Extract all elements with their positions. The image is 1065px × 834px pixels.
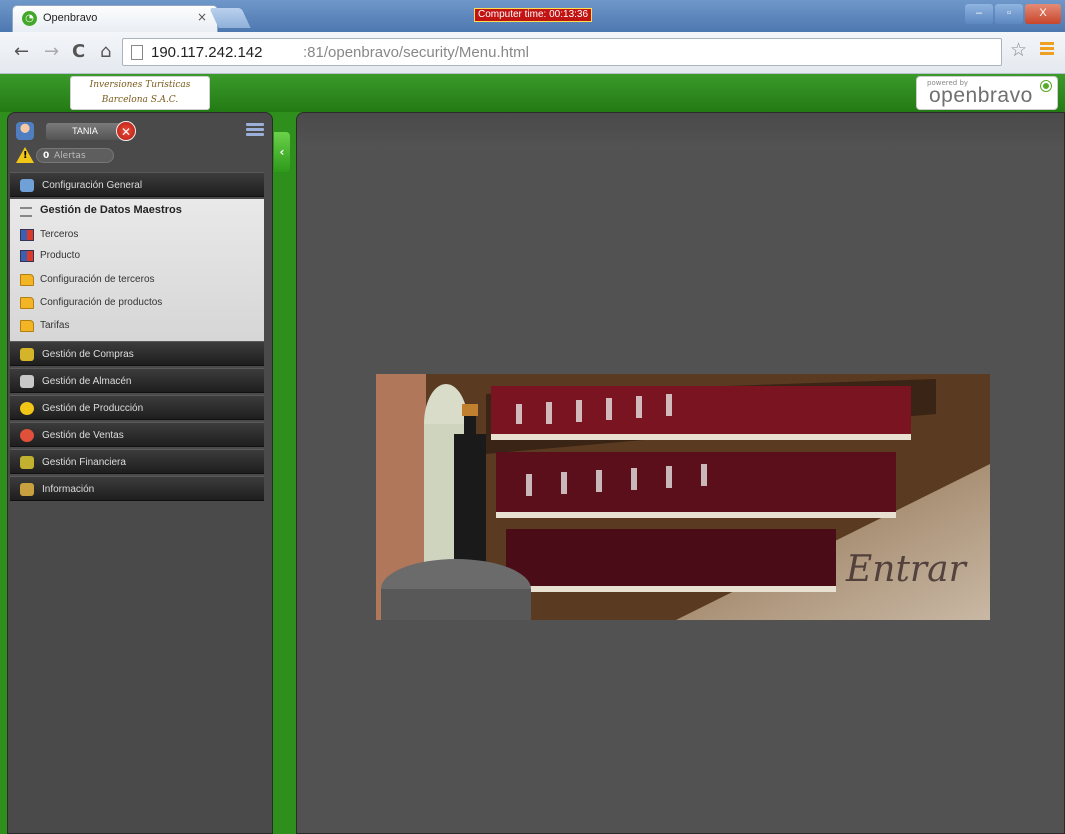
info-icon <box>20 483 34 496</box>
browser-toolbar: ← → C ⌂ 190.117.242.142 :81/openbravo/se… <box>0 32 1065 74</box>
menu-section-label: Información <box>42 484 95 495</box>
welcome-wine-shop-image: Entrar <box>376 374 990 620</box>
left-nav-panel: TANIA ✕ ! 0 Alertas Configuración Genera… <box>7 112 273 834</box>
alerts-label: Alertas <box>54 151 86 161</box>
page-icon <box>131 45 143 60</box>
menu-item-label: Producto <box>40 250 81 261</box>
alerts-count: 0 <box>43 151 50 161</box>
menu-section-configuracion-general[interactable]: Configuración General <box>10 172 264 197</box>
client-logo-line1: Inversiones Turisticas <box>89 80 191 90</box>
submenu-datos-maestros: Gestión de Datos Maestros Terceros Produ… <box>10 199 264 341</box>
warning-icon: ! <box>16 147 34 163</box>
menu-item-label: Configuración de productos <box>40 297 163 308</box>
menu-section-label: Gestión de Almacén <box>42 376 132 387</box>
alerts-pill[interactable]: 0 Alertas <box>36 148 114 163</box>
tab-close-icon[interactable]: × <box>197 10 207 24</box>
url-path: :81/openbravo/security/Menu.html <box>303 44 529 61</box>
user-name[interactable]: TANIA <box>46 123 124 140</box>
browser-menu-icon[interactable] <box>1040 42 1054 56</box>
menu-item-label: Tarifas <box>40 320 70 331</box>
client-logo-line2: Barcelona S.A.C. <box>101 95 179 105</box>
menu-item-label: Configuración de terceros <box>40 274 155 285</box>
menu-section-gestion-ventas[interactable]: Gestión de Ventas <box>10 422 264 447</box>
computer-time-badge: Computer time: 00:13:36 <box>474 8 592 22</box>
welcome-word: Entrar <box>846 549 966 590</box>
tab-title: Openbravo <box>43 12 98 24</box>
user-bar: TANIA ✕ <box>12 119 270 145</box>
warehouse-icon <box>20 375 34 388</box>
menu-section-label: Gestión Financiera <box>42 457 126 468</box>
menu-section-gestion-almacen[interactable]: Gestión de Almacén <box>10 368 264 393</box>
menu-section-label: Gestión de Producción <box>42 403 144 414</box>
menu-section-label: Gestión de Ventas <box>42 430 124 441</box>
menu-section-gestion-produccion[interactable]: Gestión de Producción <box>10 395 264 420</box>
window-icon <box>20 229 34 241</box>
close-window-button[interactable]: X <box>1025 4 1061 24</box>
openbravo-logo[interactable]: powered by openbravo <box>916 76 1058 110</box>
brand-name: openbravo <box>929 84 1033 107</box>
folder-icon <box>20 274 34 286</box>
home-icon[interactable]: ⌂ <box>100 41 111 62</box>
menu-item-label: Terceros <box>40 229 79 240</box>
finance-icon <box>20 456 34 469</box>
menu-section-gestion-financiera[interactable]: Gestión Financiera <box>10 449 264 474</box>
sales-icon <box>20 429 34 442</box>
main-content: Entrar <box>296 112 1065 834</box>
reload-icon[interactable]: C <box>72 41 85 62</box>
user-avatar-icon[interactable] <box>16 122 34 140</box>
openbravo-favicon-icon: ◔ <box>22 11 37 26</box>
client-logo: Inversiones Turisticas Barcelona S.A.C. <box>70 76 210 110</box>
url-host: 190.117.242.142 <box>151 44 263 61</box>
bookmark-star-icon[interactable]: ☆ <box>1010 39 1027 61</box>
browser-titlebar: ◔ Openbravo × Computer time: 00:13:36 – … <box>0 0 1065 32</box>
address-bar[interactable]: 190.117.242.142 :81/openbravo/security/M… <box>122 38 1002 66</box>
collapse-panel-button[interactable]: ‹ <box>274 132 290 172</box>
settings-icon <box>20 179 34 192</box>
logout-icon[interactable]: ✕ <box>116 121 136 141</box>
main-top-bar <box>297 113 1064 149</box>
menu-section-informacion[interactable]: Información <box>10 476 264 501</box>
window-icon <box>20 250 34 262</box>
submenu-title: Gestión de Datos Maestros <box>40 204 182 216</box>
back-arrow-icon[interactable]: ← <box>14 41 29 62</box>
production-icon <box>20 402 34 415</box>
maximize-button[interactable]: ▫ <box>995 4 1023 24</box>
browser-tab[interactable]: ◔ Openbravo × <box>12 5 218 32</box>
forward-arrow-icon[interactable]: → <box>44 41 59 62</box>
list-icon <box>20 207 32 217</box>
menu-section-label: Gestión de Compras <box>42 349 134 360</box>
folder-icon <box>20 320 34 332</box>
brand-dot-icon <box>1041 81 1051 91</box>
menu-section-gestion-compras[interactable]: Gestión de Compras <box>10 341 264 366</box>
app-header: Inversiones Turisticas Barcelona S.A.C. … <box>0 74 1065 112</box>
alerts-bar[interactable]: ! 0 Alertas <box>14 147 114 165</box>
purchase-icon <box>20 348 34 361</box>
folder-icon <box>20 297 34 309</box>
menu-section-label: Configuración General <box>42 180 143 191</box>
menu-toggle-icon[interactable] <box>246 123 264 141</box>
minimize-button[interactable]: – <box>965 4 993 24</box>
